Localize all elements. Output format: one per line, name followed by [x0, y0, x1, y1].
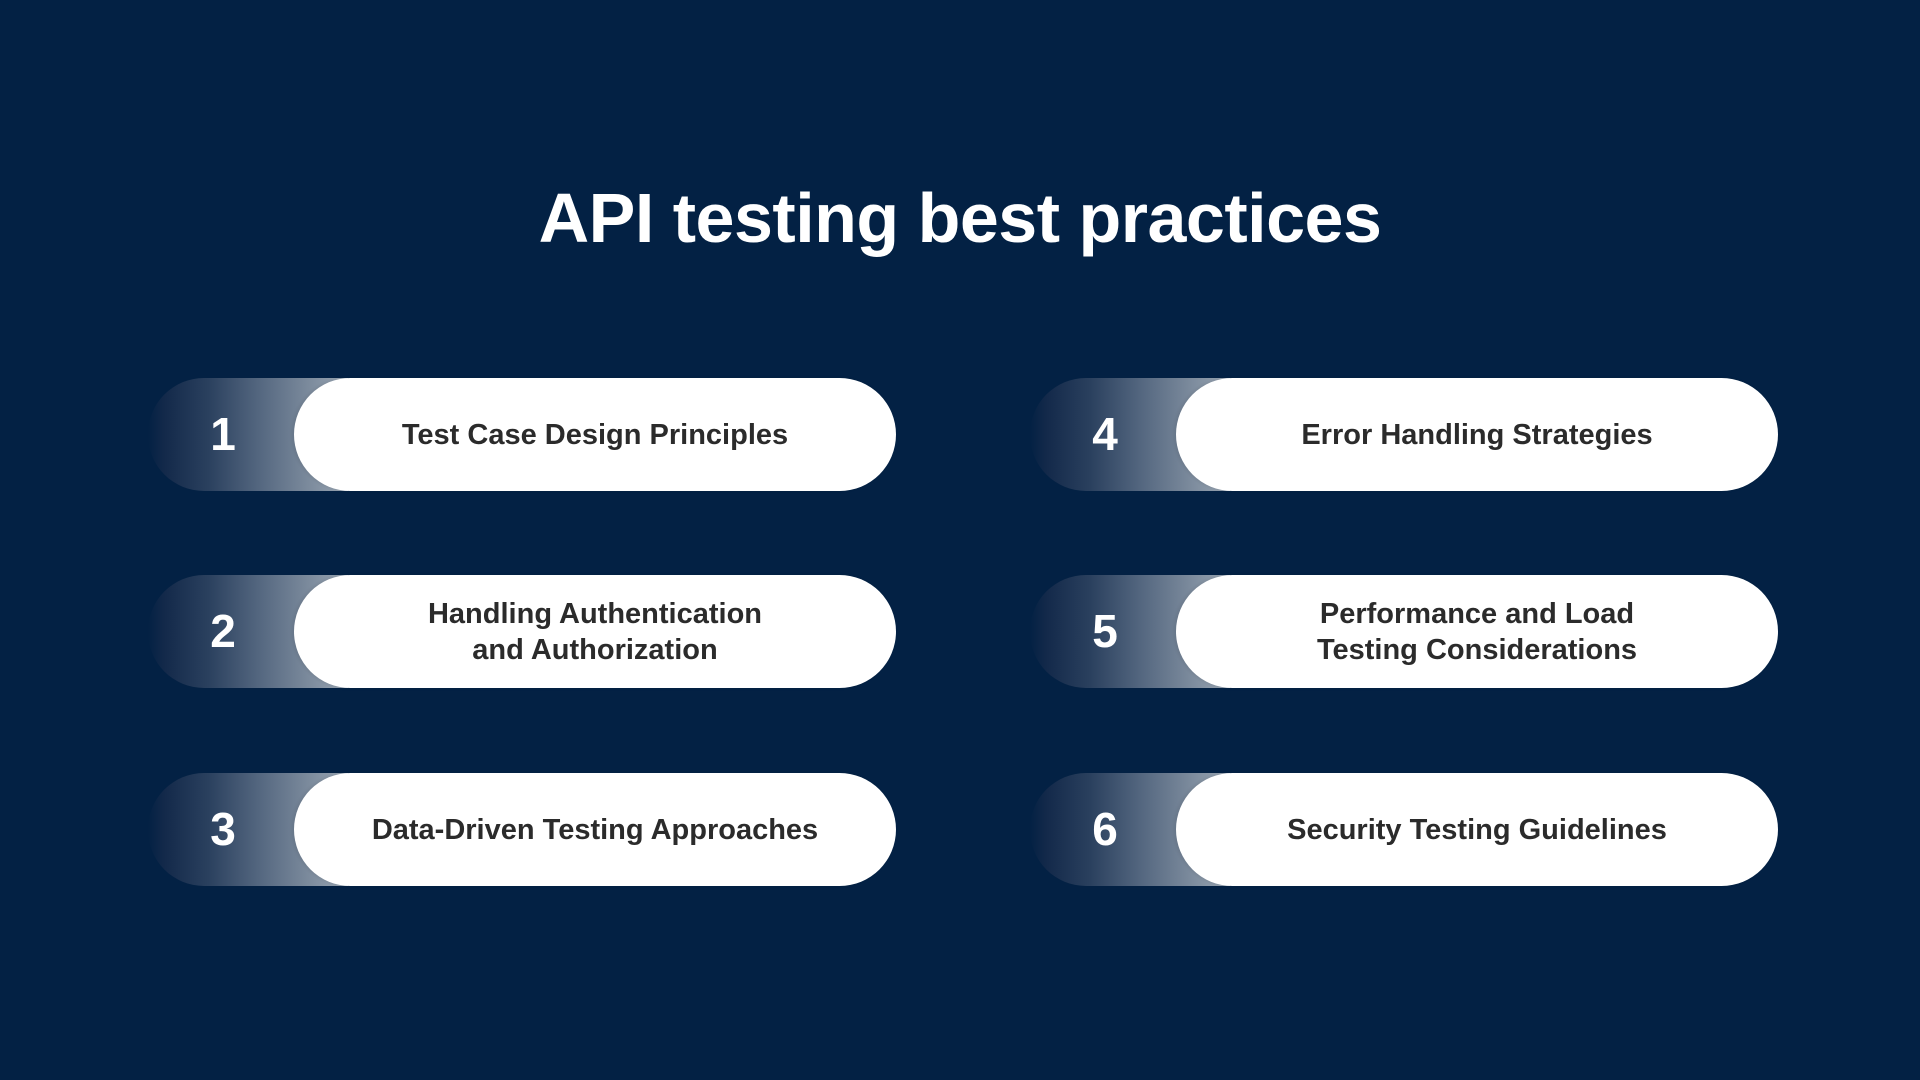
practice-item-2: 2 Handling Authentication and Authorizat…: [148, 575, 896, 688]
practice-item-5: 5 Performance and Load Testing Considera…: [1030, 575, 1778, 688]
item-number: 5: [1092, 605, 1118, 657]
practice-item-6: 6 Security Testing Guidelines: [1030, 773, 1778, 886]
practice-item-4: 4 Error Handling Strategies: [1030, 378, 1778, 491]
practice-item-3: 3 Data-Driven Testing Approaches: [148, 773, 896, 886]
slide-title: API testing best practices: [538, 179, 1382, 257]
item-label: Handling Authentication and Authorizatio…: [427, 597, 762, 666]
slide: API testing best practices 1 Test Case D…: [0, 0, 1920, 1080]
item-label: Test Case Design Principles: [401, 418, 789, 451]
item-number: 2: [210, 605, 236, 657]
item-card: Test Case Design Principles: [294, 378, 896, 491]
item-card: Security Testing Guidelines: [1176, 773, 1778, 886]
item-label: Performance and Load Testing Considerati…: [1316, 597, 1638, 666]
item-number: 1: [210, 408, 236, 460]
item-label: Data-Driven Testing Approaches: [371, 813, 819, 846]
item-number: 4: [1092, 408, 1118, 460]
item-card: Error Handling Strategies: [1176, 378, 1778, 491]
item-card: Performance and Load Testing Considerati…: [1176, 575, 1778, 688]
item-card: Handling Authentication and Authorizatio…: [294, 575, 896, 688]
item-number: 3: [210, 803, 236, 855]
item-card: Data-Driven Testing Approaches: [294, 773, 896, 886]
item-label: Error Handling Strategies: [1301, 418, 1653, 451]
item-label: Security Testing Guidelines: [1287, 813, 1667, 846]
practice-item-1: 1 Test Case Design Principles: [148, 378, 896, 491]
item-number: 6: [1092, 803, 1118, 855]
